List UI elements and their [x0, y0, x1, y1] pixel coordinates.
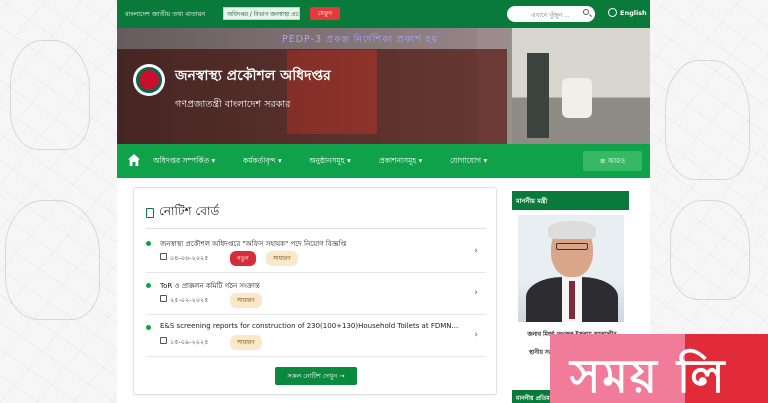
- go-button[interactable]: যেতুন: [310, 7, 340, 20]
- document-icon: [146, 208, 154, 218]
- bullet-icon: [146, 241, 151, 246]
- general-badge: সাধারণ: [230, 293, 262, 308]
- minister-heading: মাননীয় মন্ত্রী: [512, 191, 629, 210]
- nav-item-events[interactable]: অনুষ্ঠানসমূহ ▾: [309, 156, 351, 168]
- search-icon[interactable]: [583, 9, 589, 15]
- all-notices-button[interactable]: সকল নোটিশ দেখুন →: [275, 367, 357, 385]
- watermark-logo: সময় লি: [550, 334, 768, 403]
- new-badge: নতুন: [230, 251, 256, 266]
- photo-hair: [548, 221, 596, 239]
- government-logo[interactable]: [133, 64, 165, 96]
- notice-date: ০৪-০৬-২০২৫: [170, 254, 209, 262]
- scrolling-notice[interactable]: PEDP-3 প্রকল্প নির্দেশিকা প্রকাশ হয়: [282, 33, 438, 48]
- chevron-right-icon[interactable]: ›: [474, 246, 478, 256]
- photo-glasses: [556, 243, 588, 250]
- notice-item[interactable]: E&S screening reports for construction o…: [146, 317, 486, 357]
- site-subtitle: গণপ্রজাতন্ত্রী বাংলাদেশ সরকার: [175, 99, 291, 110]
- general-badge: সাধারণ: [266, 251, 298, 266]
- nav-item-contact[interactable]: যোগাযোগ ▾: [450, 156, 487, 168]
- notice-item[interactable]: ToR ও প্রাক্কলন কমিটি গঠন সংক্রান্ত ২৫-০…: [146, 275, 486, 315]
- calendar-icon: [160, 253, 167, 260]
- nav-item-publications[interactable]: প্রকাশনাসমূহ ▾: [379, 156, 422, 168]
- search-input[interactable]: এখানে খুঁজুন ...: [507, 6, 595, 22]
- photo-tie: [569, 281, 575, 319]
- site-title[interactable]: জনস্বাস্থ্য প্রকৌশল অধিদপ্তর: [175, 64, 331, 88]
- globe-icon: [608, 8, 617, 17]
- notice-title: নোটিশ বোর্ড: [159, 204, 220, 218]
- banner-photo-dark-door: [527, 53, 549, 138]
- divider: [146, 228, 486, 229]
- header-banner: PEDP-3 প্রকল্প নির্দেশিকা প্রকাশ হয় জনস…: [117, 28, 650, 144]
- notice-date: ২৫-০২-২০২৫: [170, 296, 209, 304]
- main-nav: অধিদপ্তর সম্পর্কিত ▾ কর্মকর্তাবৃন্দ ▾ অন…: [117, 144, 650, 178]
- notice-text[interactable]: E&S screening reports for construction o…: [160, 322, 465, 330]
- notice-text[interactable]: জনস্বাস্থ্য প্রকৌশল অধিদপ্তরে "অফিস সহায…: [160, 238, 465, 250]
- top-bar: বাংলাদেশ জাতীয় তথ্য বাতায়ন অধিদপ্তর / …: [117, 0, 650, 28]
- general-badge: সাধারণ: [230, 335, 262, 350]
- minister-photo[interactable]: [518, 215, 624, 322]
- nav-item-about[interactable]: অধিদপ্তর সম্পর্কিত ▾: [153, 156, 215, 168]
- nav-item-officers[interactable]: কর্মকর্তাবৃন্দ ▾: [243, 156, 282, 168]
- notice-header: নোটিশ বোর্ড: [146, 203, 219, 223]
- notice-board: নোটিশ বোর্ড জনস্বাস্থ্য প্রকৌশল অধিদপ্তর…: [133, 187, 497, 395]
- bullet-icon: [146, 325, 151, 330]
- bullet-icon: [146, 283, 151, 288]
- sketch-figure-left-1: [10, 40, 90, 150]
- more-menu-button[interactable]: ≡ আরও: [583, 151, 642, 171]
- office-select[interactable]: অধিদপ্তর / বিভাগ জনস্বাস্থ্য প্রকৌ: [223, 7, 300, 20]
- sketch-figure-left-2: [5, 200, 100, 320]
- sketch-figure-right-1: [665, 60, 750, 180]
- watermark-text: সময় লি: [570, 349, 727, 403]
- sketch-figure-right-2: [670, 200, 750, 300]
- calendar-icon: [160, 337, 167, 344]
- national-portal-link[interactable]: বাংলাদেশ জাতীয় তথ্য বাতায়ন: [125, 9, 205, 20]
- logo-emblem: [136, 67, 162, 93]
- notice-item[interactable]: জনস্বাস্থ্য প্রকৌশল অধিদপ্তরে "অফিস সহায…: [146, 233, 486, 273]
- calendar-icon: [160, 295, 167, 302]
- banner-photo-toilet: [562, 78, 592, 118]
- notice-date: ১৫-০৯-২০২৫: [170, 338, 209, 346]
- home-icon[interactable]: [127, 153, 141, 167]
- chevron-right-icon[interactable]: ›: [474, 288, 478, 298]
- chevron-right-icon[interactable]: ›: [474, 330, 478, 340]
- language-toggle[interactable]: English: [620, 9, 647, 17]
- notice-text[interactable]: ToR ও প্রাক্কলন কমিটি গঠন সংক্রান্ত: [160, 280, 465, 292]
